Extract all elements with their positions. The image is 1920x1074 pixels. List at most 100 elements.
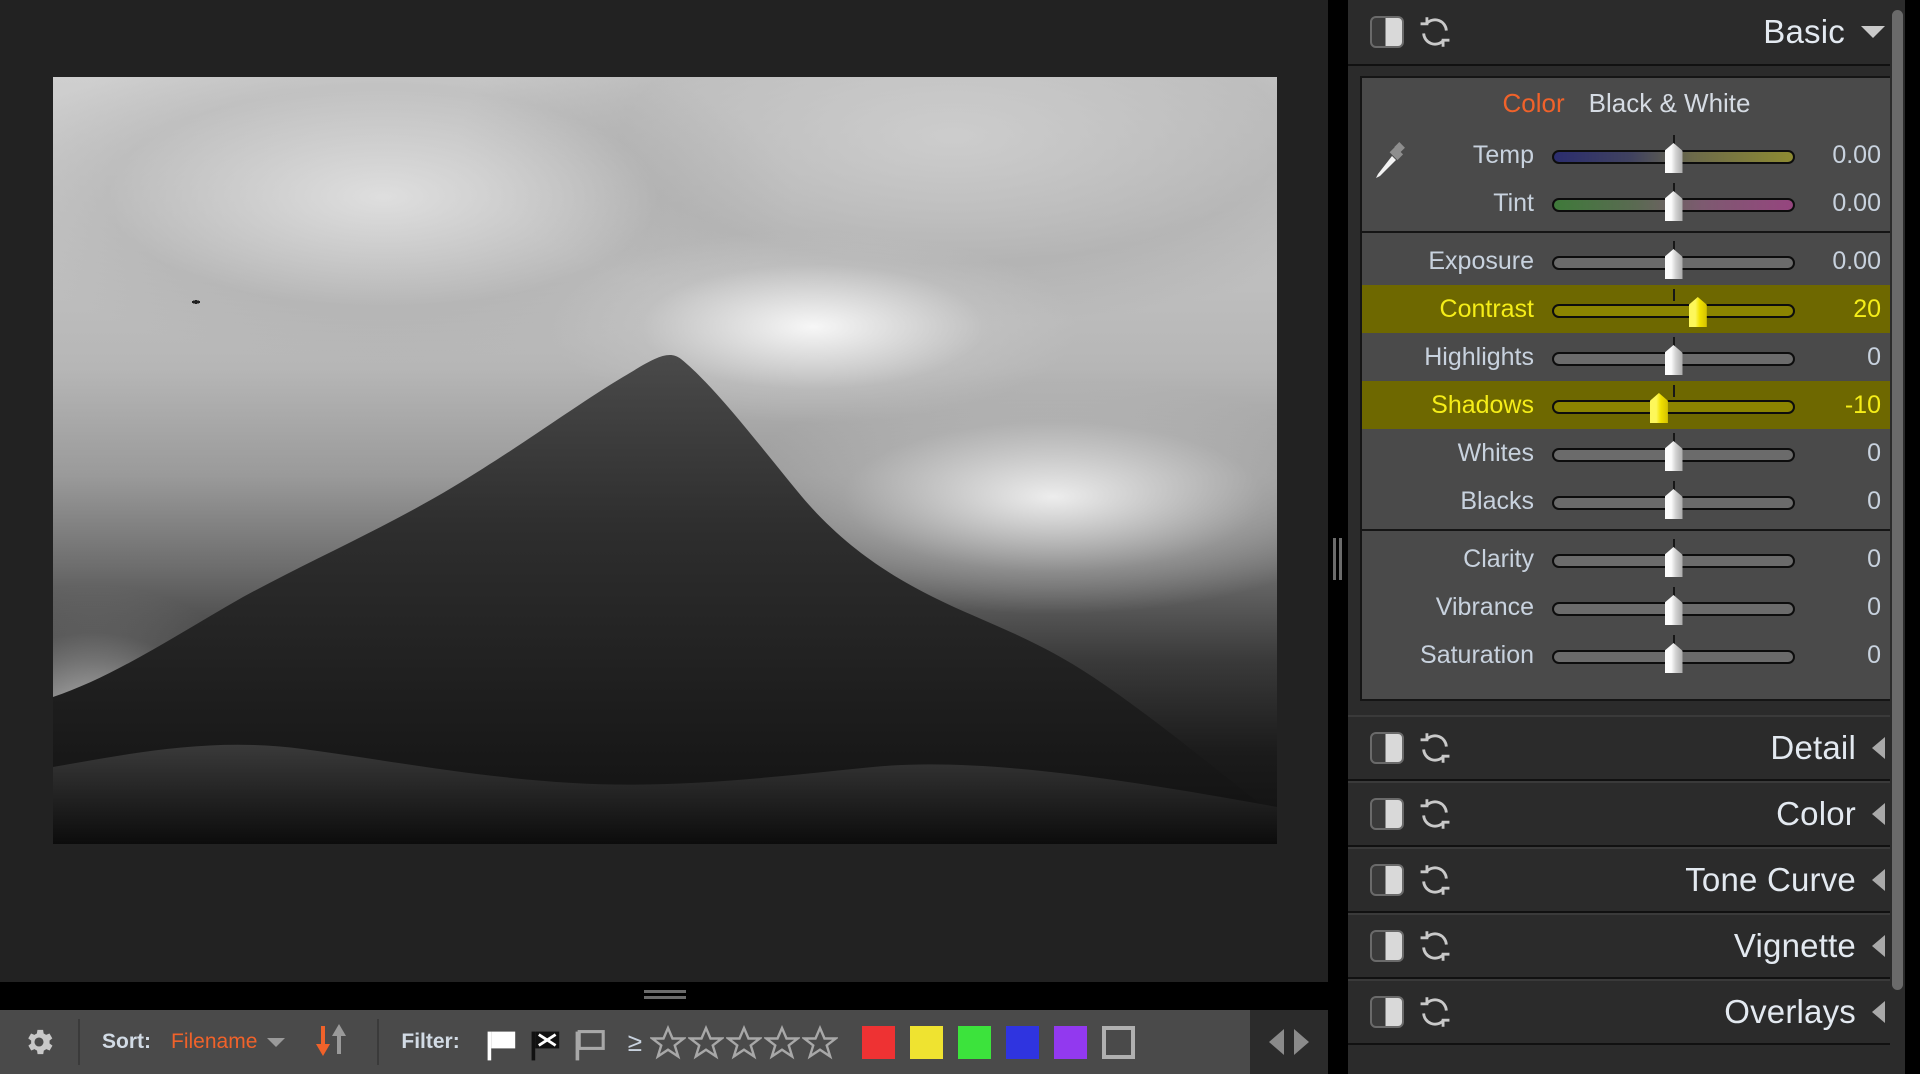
reset-icon[interactable] [1418, 731, 1452, 765]
gear-icon[interactable] [22, 1025, 56, 1059]
slider-track-area[interactable] [1552, 585, 1795, 629]
slider-handle[interactable] [1664, 345, 1683, 375]
slider-track-area[interactable] [1552, 633, 1795, 677]
panel-header-overlays[interactable]: Overlays [1348, 979, 1905, 1045]
panel-header-detail[interactable]: Detail [1348, 715, 1905, 781]
slider-handle[interactable] [1664, 249, 1683, 279]
slider-value[interactable]: 0 [1795, 641, 1881, 670]
slider-value[interactable]: 20 [1795, 295, 1881, 324]
slider-track[interactable] [1552, 400, 1795, 414]
slider-value[interactable]: 0.00 [1795, 247, 1881, 276]
chevron-down-icon[interactable] [267, 1037, 286, 1047]
vertical-splitter-grip[interactable] [1333, 538, 1343, 580]
tab-black-and-white[interactable]: Black & White [1589, 88, 1751, 119]
slider-value[interactable]: -10 [1795, 391, 1881, 420]
star-icon-5[interactable] [800, 1024, 840, 1060]
slider-row-highlights[interactable]: Highlights 0 [1362, 333, 1891, 381]
image-preview-pane[interactable] [0, 0, 1328, 982]
flag-rejected-icon[interactable] [528, 1029, 559, 1061]
triangle-left-icon[interactable] [1269, 1029, 1284, 1055]
star-icon-4[interactable] [762, 1024, 802, 1060]
slider-handle[interactable] [1664, 441, 1683, 471]
slider-value[interactable]: 0 [1795, 545, 1881, 574]
reset-icon[interactable] [1418, 15, 1452, 49]
star-icon-2[interactable] [686, 1024, 726, 1060]
color-label-filters[interactable] [862, 1025, 1135, 1059]
panel-toggle-icon[interactable] [1370, 864, 1404, 896]
slider-handle[interactable] [1664, 643, 1683, 673]
reset-icon[interactable] [1418, 995, 1452, 1029]
chevron-down-icon[interactable] [1861, 26, 1885, 38]
panel-toggle-icon[interactable] [1370, 16, 1404, 48]
panel-scrollbar[interactable] [1890, 0, 1905, 1074]
slider-row-saturation[interactable]: Saturation 0 [1362, 631, 1891, 679]
reset-icon[interactable] [1418, 929, 1452, 963]
slider-track-area[interactable] [1552, 287, 1795, 331]
slider-value[interactable]: 0.00 [1795, 189, 1881, 218]
triangle-right-icon[interactable] [1294, 1029, 1309, 1055]
label-red-swatch[interactable] [862, 1025, 895, 1059]
panel-header-tone-curve[interactable]: Tone Curve [1348, 847, 1905, 913]
panel-header-basic[interactable]: Basic [1348, 0, 1905, 66]
chevron-left-icon[interactable] [1872, 935, 1885, 957]
slider-track-area[interactable] [1552, 239, 1795, 283]
label-green-swatch[interactable] [958, 1025, 991, 1059]
star-icon-3[interactable] [724, 1024, 764, 1060]
slider-value[interactable]: 0 [1795, 487, 1881, 516]
slider-handle[interactable] [1664, 143, 1683, 173]
rating-operator[interactable]: ≥ [628, 1027, 642, 1058]
reset-icon[interactable] [1418, 797, 1452, 831]
slider-track-area[interactable] [1552, 133, 1795, 177]
panel-toggle-icon[interactable] [1370, 996, 1404, 1028]
slider-track-area[interactable] [1552, 383, 1795, 427]
slider-row-blacks[interactable]: Blacks 0 [1362, 477, 1891, 525]
slider-handle[interactable] [1664, 191, 1683, 221]
slider-track-area[interactable] [1552, 479, 1795, 523]
chevron-left-icon[interactable] [1872, 803, 1885, 825]
chevron-left-icon[interactable] [1872, 1001, 1885, 1023]
panel-toggle-icon[interactable] [1370, 798, 1404, 830]
label-none-swatch[interactable] [1102, 1025, 1135, 1059]
panel-scrollbar-thumb[interactable] [1892, 10, 1903, 990]
slider-track-area[interactable] [1552, 431, 1795, 475]
slider-track-area[interactable] [1552, 181, 1795, 225]
flag-picked-icon[interactable] [484, 1029, 515, 1061]
star-icon-1[interactable] [648, 1024, 688, 1060]
reset-icon[interactable] [1418, 863, 1452, 897]
sort-value[interactable]: Filename [171, 1030, 257, 1054]
slider-track[interactable] [1552, 304, 1795, 318]
slider-row-clarity[interactable]: Clarity 0 [1362, 535, 1891, 583]
panel-header-vignette[interactable]: Vignette [1348, 913, 1905, 979]
photo-frame[interactable] [53, 77, 1277, 844]
chevron-left-icon[interactable] [1872, 869, 1885, 891]
slider-track-area[interactable] [1552, 537, 1795, 581]
flag-unflagged-icon[interactable] [572, 1029, 605, 1061]
slider-value[interactable]: 0 [1795, 593, 1881, 622]
slider-row-whites[interactable]: Whites 0 [1362, 429, 1891, 477]
slider-row-exposure[interactable]: Exposure 0.00 [1362, 237, 1891, 285]
sort-descending-icon[interactable] [309, 1018, 353, 1067]
panel-header-color[interactable]: Color [1348, 781, 1905, 847]
slider-handle[interactable] [1664, 595, 1683, 625]
slider-row-temp[interactable]: Temp 0.00 [1362, 131, 1891, 179]
star-rating[interactable] [648, 1024, 840, 1060]
panel-toggle-icon[interactable] [1370, 732, 1404, 764]
slider-handle[interactable] [1664, 489, 1683, 519]
label-purple-swatch[interactable] [1054, 1025, 1087, 1059]
slider-value[interactable]: 0 [1795, 343, 1881, 372]
slider-handle[interactable] [1649, 393, 1668, 423]
chevron-left-icon[interactable] [1872, 737, 1885, 759]
horizontal-splitter[interactable] [0, 982, 1328, 1010]
vertical-splitter[interactable] [1328, 0, 1348, 982]
slider-row-tint[interactable]: Tint 0.00 [1362, 179, 1891, 227]
panel-toggle-icon[interactable] [1370, 930, 1404, 962]
slider-row-vibrance[interactable]: Vibrance 0 [1362, 583, 1891, 631]
slider-row-contrast[interactable]: Contrast 20 [1362, 285, 1891, 333]
slider-track-area[interactable] [1552, 335, 1795, 379]
label-blue-swatch[interactable] [1006, 1025, 1039, 1059]
slider-value[interactable]: 0 [1795, 439, 1881, 468]
slider-value[interactable]: 0.00 [1795, 141, 1881, 170]
label-yellow-swatch[interactable] [910, 1025, 943, 1059]
slider-handle[interactable] [1688, 297, 1707, 327]
slider-handle[interactable] [1664, 547, 1683, 577]
